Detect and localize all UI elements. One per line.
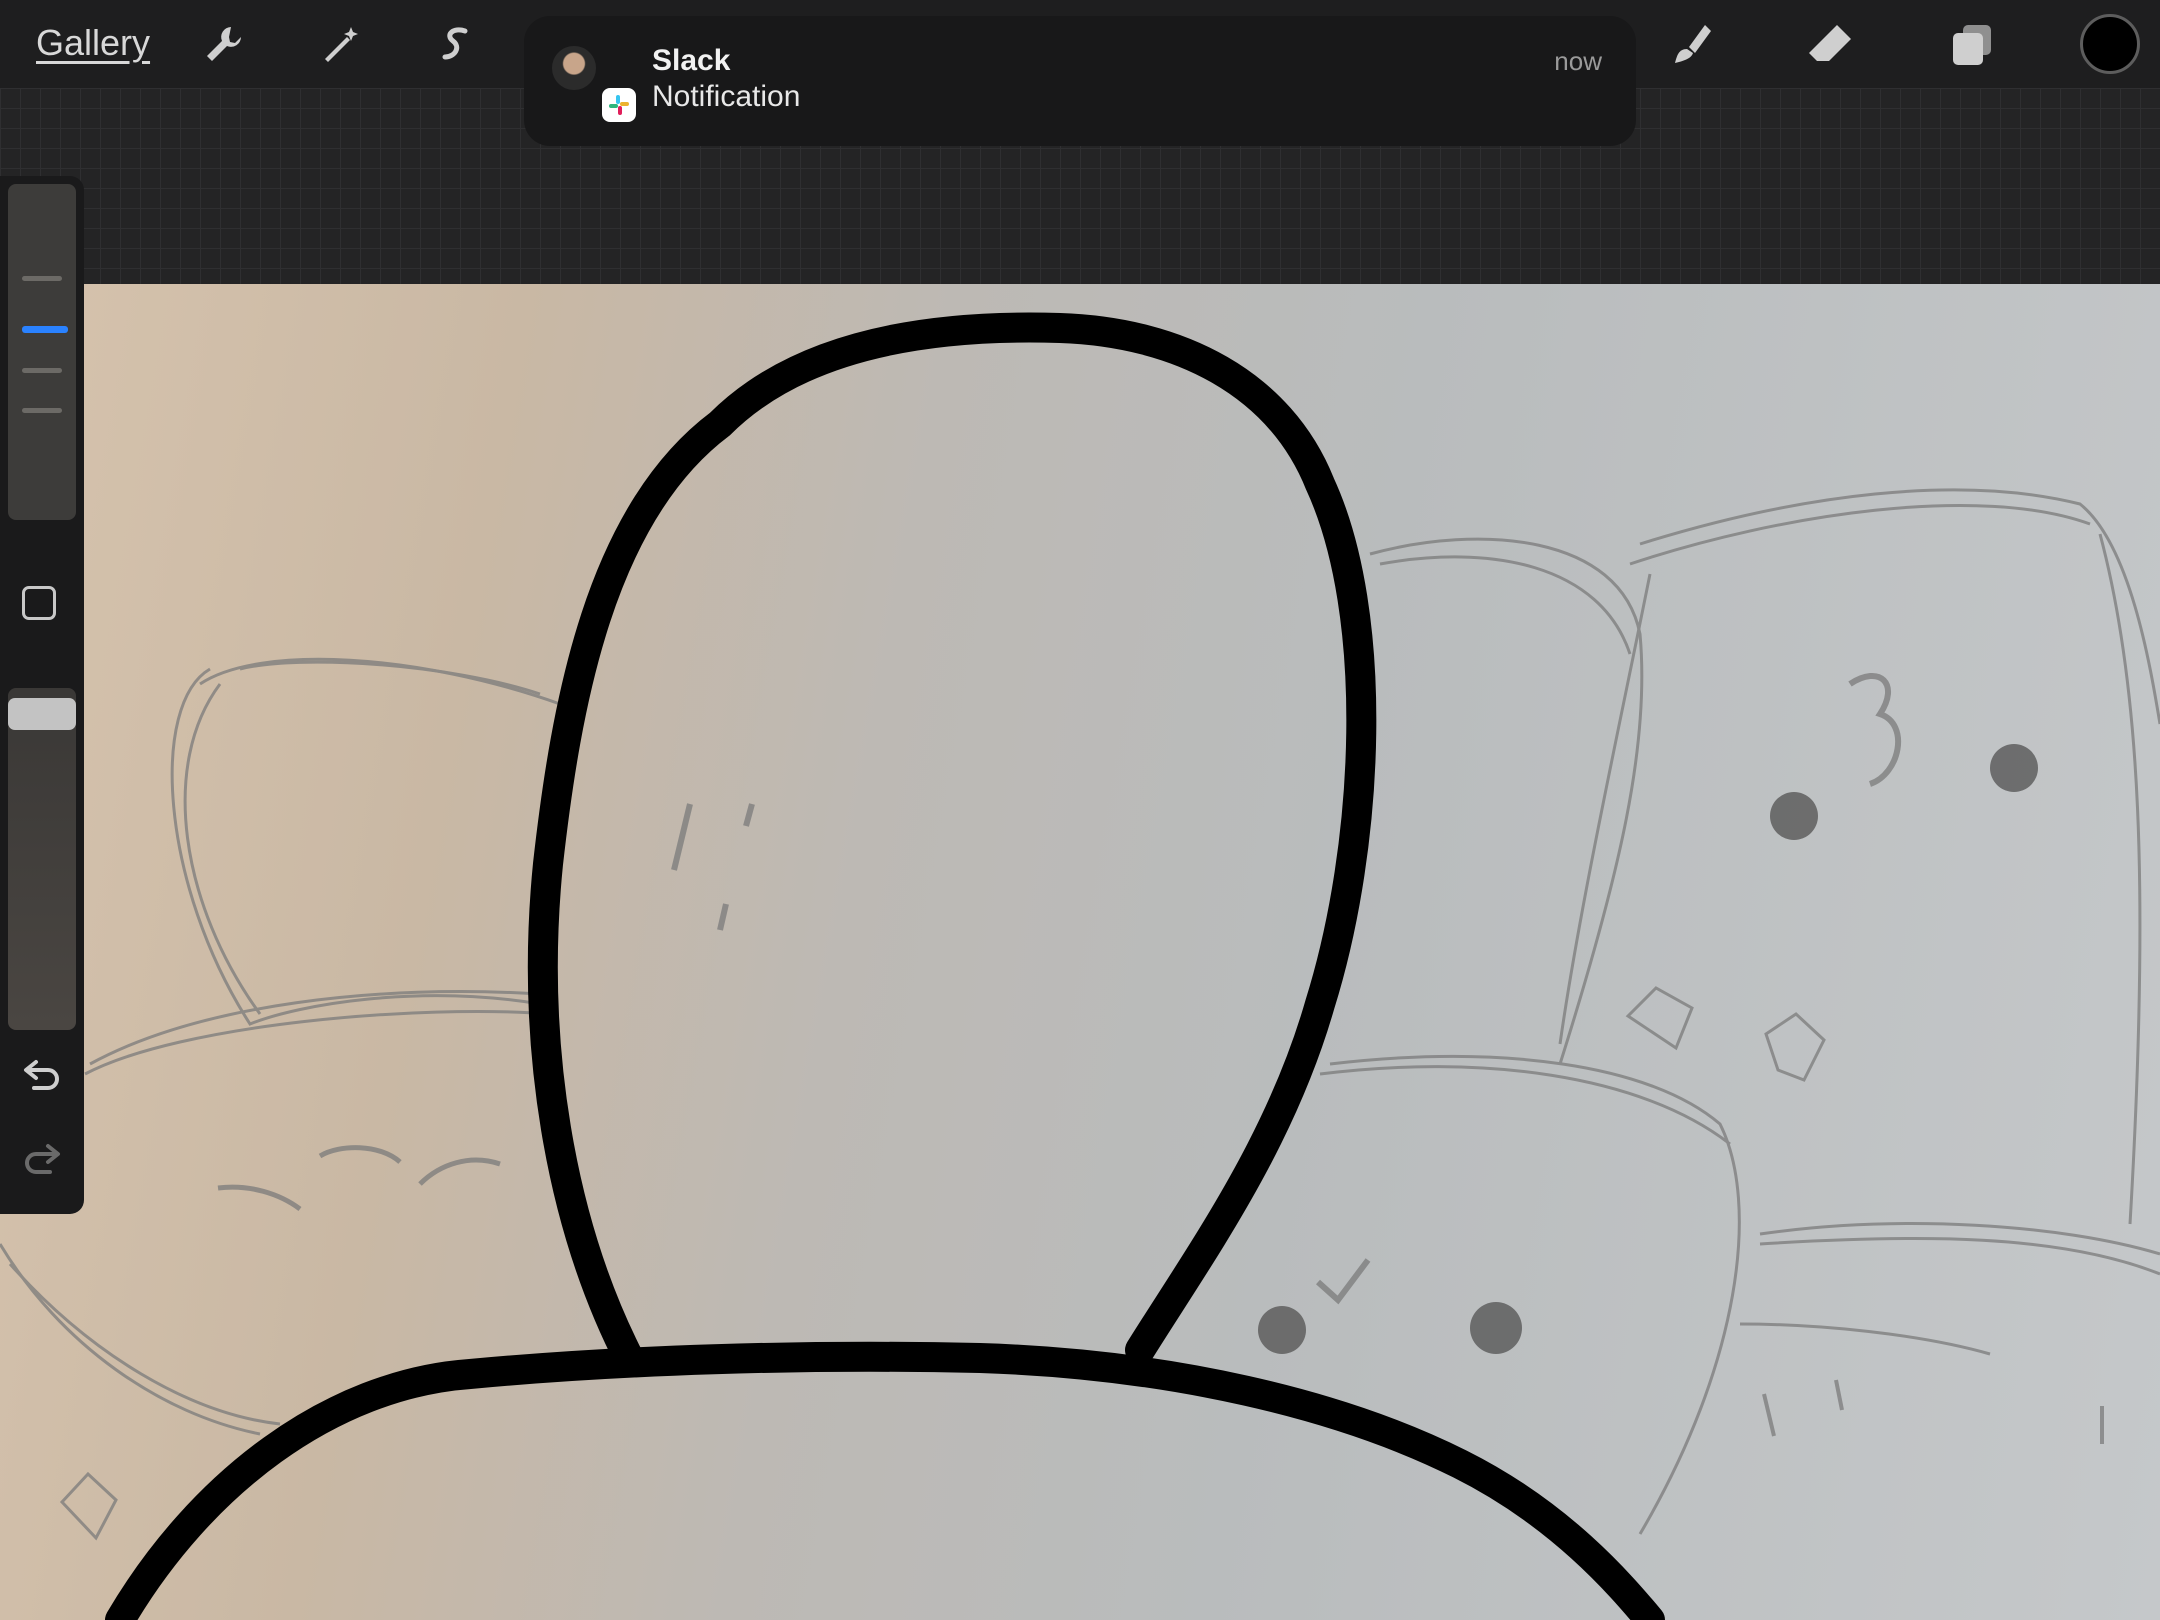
selection-button[interactable] bbox=[426, 14, 486, 74]
undo-icon[interactable] bbox=[20, 1052, 64, 1096]
brush-button[interactable] bbox=[1662, 14, 1722, 74]
notification-title: Slack bbox=[652, 44, 731, 77]
brush-opacity-slider[interactable] bbox=[8, 688, 76, 1030]
actions-button[interactable] bbox=[194, 14, 254, 74]
left-sidebar bbox=[0, 176, 84, 1214]
wrench-icon bbox=[207, 27, 241, 61]
slack-notification[interactable]: Slack Notification now bbox=[524, 16, 1636, 146]
brush-size-slider[interactable] bbox=[8, 184, 76, 520]
adjustments-button[interactable] bbox=[310, 14, 370, 74]
opacity-slider-handle[interactable] bbox=[8, 698, 76, 730]
brush-size-preset[interactable] bbox=[22, 408, 62, 413]
drawing-canvas[interactable] bbox=[0, 284, 2160, 1620]
slack-icon bbox=[602, 88, 636, 122]
eraser-button[interactable] bbox=[1800, 14, 1860, 74]
layers-button[interactable] bbox=[1942, 14, 2002, 74]
redo-icon[interactable] bbox=[20, 1136, 64, 1180]
layers-icon bbox=[1953, 25, 1991, 65]
selection-s-icon bbox=[442, 27, 468, 60]
notification-body: Notification bbox=[652, 80, 801, 113]
brush-size-preset-selected[interactable] bbox=[22, 326, 68, 333]
sender-avatar bbox=[552, 46, 596, 90]
brush-size-preset[interactable] bbox=[22, 368, 62, 373]
eraser-icon bbox=[1809, 25, 1851, 61]
modify-button[interactable] bbox=[22, 586, 56, 620]
gallery-button[interactable]: Gallery bbox=[36, 22, 150, 64]
brush-icon bbox=[1675, 25, 1711, 63]
magic-wand-icon bbox=[325, 27, 358, 62]
artwork bbox=[0, 312, 2160, 1620]
brush-size-preset[interactable] bbox=[22, 276, 62, 281]
color-picker-button[interactable] bbox=[2080, 14, 2140, 74]
notification-time: now bbox=[1554, 46, 1602, 76]
